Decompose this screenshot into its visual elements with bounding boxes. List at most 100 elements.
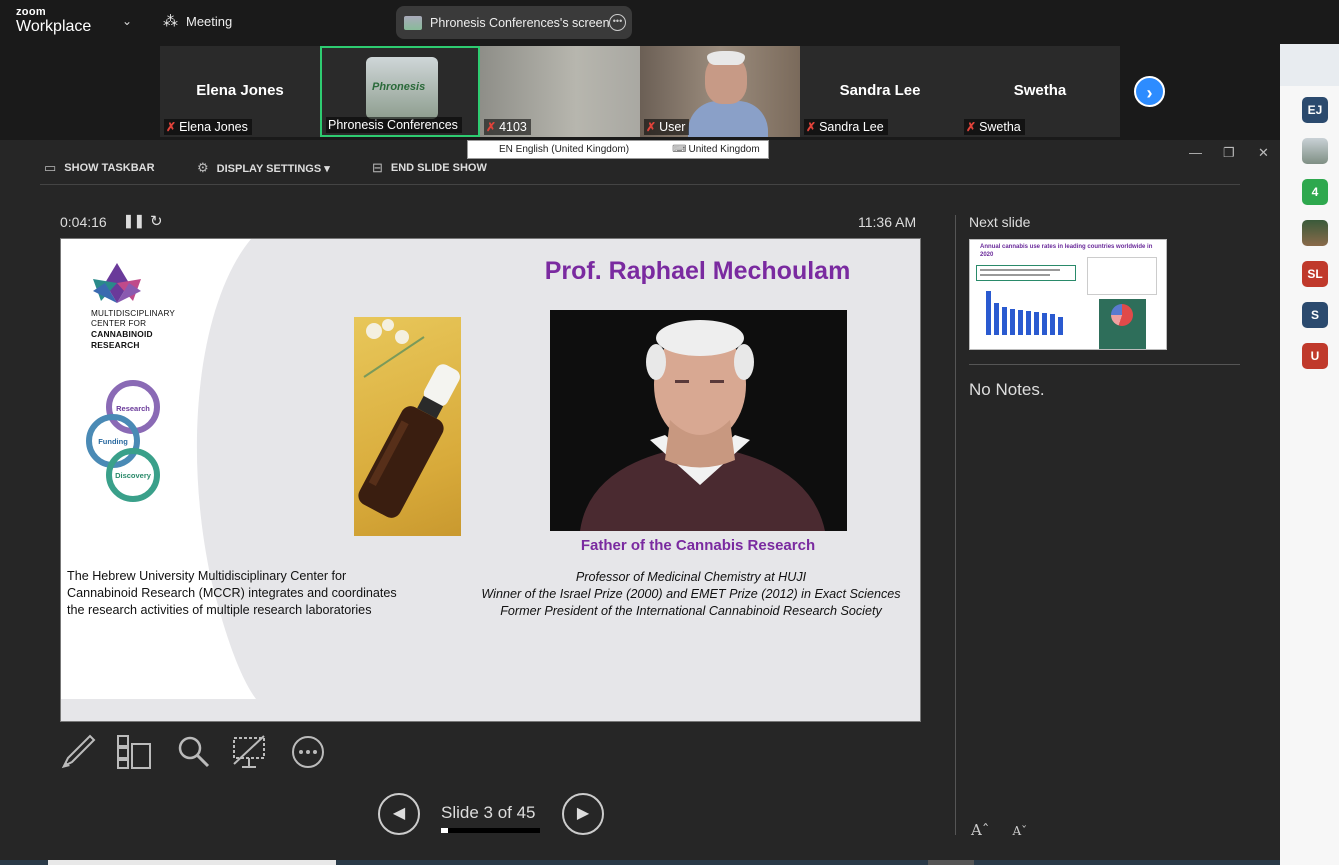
previous-slide-button[interactable]: ◀ [378,793,420,835]
description-line: The Hebrew University Multidisciplinary … [67,569,347,583]
next-slide-bar [1034,312,1039,335]
next-slide-button[interactable]: ▶ [562,793,604,835]
portrait-photo [550,310,847,531]
mic-muted-icon: ✗ [966,120,977,134]
display-settings-button[interactable]: ⚙ DISPLAY SETTINGS ▾ [197,160,330,176]
participant-label-text: Swetha [979,120,1021,134]
top-bar: zoom Workplace ⌄ ⁂ Meeting Phronesis Con… [0,0,1339,44]
see-all-slides-icon[interactable] [116,734,152,770]
next-slide-bar [1018,310,1023,335]
next-slide-bar [1050,314,1055,335]
participant-name: Sandra Lee [839,82,921,99]
avatar[interactable]: S [1302,302,1328,328]
show-taskbar-button[interactable]: ▭ SHOW TASKBAR [44,160,155,176]
divider [955,215,956,835]
minimize-icon[interactable]: — [1189,145,1202,160]
avatar[interactable]: EJ [1302,97,1328,123]
restore-icon[interactable]: ❐ [1223,145,1235,161]
logo-line: RESEARCH [91,339,140,350]
cycle-label-discovery: Discovery [115,471,152,480]
next-slide-bar [1010,309,1015,335]
bio-line: Winner of the Israel Prize (2000) and EM… [481,587,901,602]
avatar[interactable]: 4 [1302,179,1328,205]
participant-video [688,101,768,137]
divider [40,184,1240,185]
next-slide-label: Next slide [969,214,1031,230]
bio-line: Professor of Medicinal Chemistry at HUJI [575,570,807,584]
black-screen-icon[interactable] [232,734,268,770]
participant-label-text: User [659,120,686,134]
participant-tile[interactable]: Phronesis Phronesis Conferences [320,46,480,137]
increase-font-icon[interactable]: Aˆ [971,821,989,839]
next-slide-bar [1042,313,1047,335]
participant-tile[interactable]: ✗ User [640,46,800,137]
meeting-button[interactable]: ⁂ Meeting [163,12,232,30]
participant-label: ✗ Swetha [964,119,1025,135]
avatar[interactable] [1302,220,1328,246]
oil-bottle-image [354,317,461,536]
participant-label: ✗ User [644,119,690,135]
next-slide-line-chart [1087,257,1157,295]
end-show-icon: ⊟ [372,160,383,175]
current-time: 11:36 AM [858,214,917,230]
participant-label-text: 4103 [499,120,527,134]
taskbar-edge [0,860,1280,865]
center-description: The Hebrew University Multidisciplinary … [67,568,427,619]
zoom-icon[interactable] [176,734,212,770]
portrait-caption: Father of the Cannabis Research [580,537,816,554]
next-slide-bar [1002,307,1007,335]
avatar[interactable]: U [1302,343,1328,369]
next-slide-bar [1026,311,1031,335]
pause-timer-icon[interactable]: ❚❚ [123,213,145,229]
more-options-icon[interactable] [290,734,326,770]
slide-progress-bar [441,828,540,833]
zoom-window: zoom Workplace ⌄ ⁂ Meeting Phronesis Con… [0,0,1339,865]
participant-tile[interactable]: Elena Jones ✗ Elena Jones [160,46,320,137]
reset-timer-icon[interactable]: ↻ [150,212,163,230]
language-bar[interactable]: EN English (United Kingdom) ⌨ United King… [467,140,769,159]
taskbar-item [928,860,974,865]
avatar-initials: SL [1307,267,1323,281]
bio-line: Former President of the International Ca… [500,604,882,619]
next-slide-line [980,269,1060,271]
logo-line: MULTIDISCIPLINARY [91,309,176,318]
avatar[interactable]: SL [1302,261,1328,287]
participant-sidebar: EJ 4 SL S U [1280,44,1339,865]
end-slide-show-button[interactable]: ⊟ END SLIDE SHOW [372,160,487,176]
meeting-label: Meeting [186,13,233,29]
participant-label: ✗ Elena Jones [164,119,252,135]
participant-thumb-text: Phronesis [372,81,426,93]
mic-muted-icon: ✗ [806,120,817,134]
input-language[interactable]: EN English (United Kingdom) [499,144,629,155]
participant-tile[interactable]: Sandra Lee ✗ Sandra Lee [800,46,960,137]
decrease-font-icon[interactable]: Aˇ [1012,824,1027,838]
close-icon[interactable]: ✕ [1258,145,1269,161]
more-options-icon[interactable]: ••• [609,14,626,31]
participant-name: Elena Jones [196,82,284,99]
next-slide-bar [994,303,999,335]
description-line: Cannabinoid Research (MCCR) integrates a… [67,586,397,601]
avatar[interactable] [1302,138,1328,164]
chevron-down-icon[interactable]: ⌄ [122,14,132,28]
slide-title: Prof. Raphael Mechoulam [544,257,851,285]
participant-label-text: Phronesis Conferences [328,118,458,132]
next-participants-button[interactable]: › [1134,76,1165,107]
sidebar-header [1280,44,1339,86]
keyboard-layout[interactable]: ⌨ United Kingdom [672,144,760,155]
next-slide-thumbnail[interactable]: Annual cannabis use rates in leading cou… [969,239,1167,350]
avatar-initials: EJ [1307,103,1323,117]
pen-tool-icon[interactable] [60,734,96,770]
taskbar-icon: ▭ [44,160,57,175]
participant-label-text: Sandra Lee [819,120,884,134]
screen-share-pill[interactable]: Phronesis Conferences's screen ••• [396,6,632,39]
next-slide-pie [1111,304,1133,326]
screen-thumbnail-icon [404,15,422,30]
next-slide-bar [986,291,991,335]
display-settings-label: DISPLAY SETTINGS ▾ [216,162,330,175]
participant-tile[interactable]: Swetha ✗ Swetha [960,46,1120,137]
cycle-label-funding: Funding [98,437,128,446]
participant-tile[interactable]: ✗ 4103 [480,46,640,137]
current-slide: MULTIDISCIPLINARY CENTER FOR CANNABINOID… [60,238,921,722]
elapsed-timer: 0:04:16 [60,214,107,230]
zoom-logo[interactable]: zoom Workplace [16,7,91,35]
